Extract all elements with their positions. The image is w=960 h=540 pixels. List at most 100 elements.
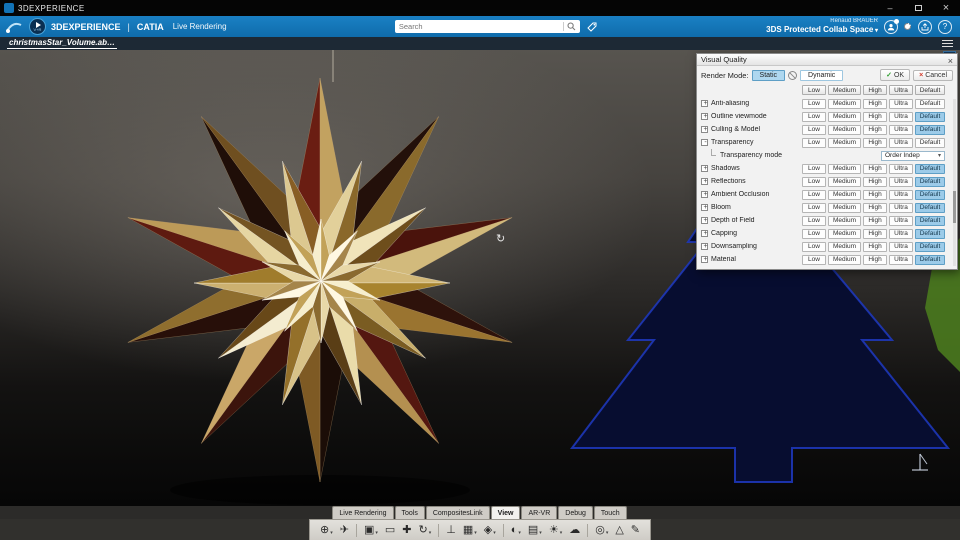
ribbon-tab-compositeslink[interactable]: CompositesLink bbox=[425, 506, 490, 519]
vq-capping-low-button[interactable]: Low bbox=[802, 228, 826, 239]
vq-bloom-medium-button[interactable]: Medium bbox=[828, 202, 861, 213]
column-default-button[interactable]: Default bbox=[915, 85, 945, 95]
vq-ambient-occlusion-default-button[interactable]: Default bbox=[915, 189, 945, 200]
vq-reflections-low-button[interactable]: Low bbox=[802, 176, 826, 187]
expand-icon[interactable] bbox=[701, 191, 709, 198]
vq-bloom-high-button[interactable]: High bbox=[863, 202, 887, 213]
perspective-button[interactable]: △ bbox=[613, 524, 625, 537]
ambience-button[interactable]: ☁ bbox=[567, 524, 582, 537]
vq-anti-aliasing-default-button[interactable]: Default bbox=[915, 98, 945, 109]
vq-shadows-medium-button[interactable]: Medium bbox=[828, 163, 861, 174]
column-ultra-button[interactable]: Ultra bbox=[889, 85, 913, 95]
vq-shadows-default-button[interactable]: Default bbox=[915, 163, 945, 174]
vq-reflections-high-button[interactable]: High bbox=[863, 176, 887, 187]
zoom-button[interactable]: ⊕ bbox=[318, 520, 335, 540]
vq-material-ultra-button[interactable]: Ultra bbox=[889, 254, 913, 265]
column-medium-button[interactable]: Medium bbox=[828, 85, 861, 95]
vq-transparency-high-button[interactable]: High bbox=[863, 137, 887, 148]
vq-anti-aliasing-low-button[interactable]: Low bbox=[802, 98, 826, 109]
expand-icon[interactable] bbox=[701, 100, 709, 107]
vq-outline-viewmode-default-button[interactable]: Default bbox=[915, 111, 945, 122]
ribbon-tab-live-rendering[interactable]: Live Rendering bbox=[332, 506, 394, 519]
avatar-icon[interactable] bbox=[884, 18, 899, 34]
vq-material-high-button[interactable]: High bbox=[863, 254, 887, 265]
vq-reflections-ultra-button[interactable]: Ultra bbox=[889, 176, 913, 187]
expand-icon[interactable] bbox=[701, 165, 709, 172]
render-mode-dynamic-button[interactable]: Dynamic bbox=[800, 69, 844, 81]
search-box[interactable] bbox=[394, 20, 580, 33]
expand-icon[interactable] bbox=[701, 126, 709, 133]
multi-view-button[interactable]: ▦ bbox=[461, 520, 479, 540]
vq-depth-of-field-default-button[interactable]: Default bbox=[915, 215, 945, 226]
ribbon-tab-debug[interactable]: Debug bbox=[558, 506, 593, 519]
vq-transparency-default-button[interactable]: Default bbox=[915, 137, 945, 148]
ribbon-tab-view[interactable]: View bbox=[490, 506, 521, 519]
vq-anti-aliasing-medium-button[interactable]: Medium bbox=[828, 98, 861, 109]
vq-transparency-medium-button[interactable]: Medium bbox=[828, 137, 861, 148]
panel-close-icon[interactable] bbox=[948, 51, 953, 69]
vq-outline-viewmode-ultra-button[interactable]: Ultra bbox=[889, 111, 913, 122]
ribbon-tab-touch[interactable]: Touch bbox=[593, 506, 627, 519]
search-icon[interactable] bbox=[567, 22, 576, 31]
vq-culling-model-high-button[interactable]: High bbox=[863, 124, 887, 135]
collab-space-dropdown[interactable]: 3DS Protected Collab Space bbox=[766, 25, 878, 35]
vq-capping-medium-button[interactable]: Medium bbox=[828, 228, 861, 239]
tag-icon[interactable] bbox=[586, 21, 598, 33]
vq-transparency-low-button[interactable]: Low bbox=[802, 137, 826, 148]
iso-view-button[interactable]: ◈ bbox=[482, 520, 498, 540]
ribbon-tab-ar-vr[interactable]: AR-VR bbox=[521, 506, 558, 519]
vq-downsampling-low-button[interactable]: Low bbox=[802, 241, 826, 252]
collapse-icon[interactable] bbox=[701, 139, 709, 146]
pan-button[interactable]: ✚ bbox=[400, 524, 413, 537]
fit-all-button[interactable]: ▣ bbox=[362, 520, 380, 540]
help-button[interactable] bbox=[938, 19, 952, 34]
vq-capping-high-button[interactable]: High bbox=[863, 228, 887, 239]
vq-depth-of-field-ultra-button[interactable]: Ultra bbox=[889, 215, 913, 226]
vq-shadows-ultra-button[interactable]: Ultra bbox=[889, 163, 913, 174]
vq-material-low-button[interactable]: Low bbox=[802, 254, 826, 265]
zoom-area-button[interactable]: ▭ bbox=[383, 524, 397, 537]
vq-downsampling-medium-button[interactable]: Medium bbox=[828, 241, 861, 252]
vq-culling-model-default-button[interactable]: Default bbox=[915, 124, 945, 135]
vq-anti-aliasing-high-button[interactable]: High bbox=[863, 98, 887, 109]
vq-material-default-button[interactable]: Default bbox=[915, 254, 945, 265]
look-at-button[interactable]: ◎ bbox=[593, 520, 610, 540]
column-high-button[interactable]: High bbox=[863, 85, 887, 95]
transparency-mode-dropdown[interactable]: Order Indep bbox=[881, 150, 945, 161]
document-tab[interactable]: christmasStar_Volume.ab… bbox=[7, 38, 117, 49]
close-button[interactable] bbox=[932, 0, 960, 16]
add-content-button[interactable] bbox=[904, 23, 912, 30]
column-low-button[interactable]: Low bbox=[802, 85, 826, 95]
vq-transparency-ultra-button[interactable]: Ultra bbox=[889, 137, 913, 148]
vq-depth-of-field-medium-button[interactable]: Medium bbox=[828, 215, 861, 226]
vq-depth-of-field-low-button[interactable]: Low bbox=[802, 215, 826, 226]
vq-bloom-low-button[interactable]: Low bbox=[802, 202, 826, 213]
vq-culling-model-ultra-button[interactable]: Ultra bbox=[889, 124, 913, 135]
vq-capping-default-button[interactable]: Default bbox=[915, 228, 945, 239]
vq-anti-aliasing-ultra-button[interactable]: Ultra bbox=[889, 98, 913, 109]
vq-depth-of-field-high-button[interactable]: High bbox=[863, 215, 887, 226]
vq-material-medium-button[interactable]: Medium bbox=[828, 254, 861, 265]
vq-bloom-ultra-button[interactable]: Ultra bbox=[889, 202, 913, 213]
panel-scrollbar[interactable] bbox=[953, 99, 956, 266]
vq-bloom-default-button[interactable]: Default bbox=[915, 202, 945, 213]
vq-outline-viewmode-low-button[interactable]: Low bbox=[802, 111, 826, 122]
expand-icon[interactable] bbox=[701, 178, 709, 185]
expand-icon[interactable] bbox=[701, 256, 709, 263]
ok-button[interactable]: OK bbox=[880, 69, 911, 81]
render-style-button[interactable]: ◐ bbox=[509, 520, 523, 540]
normal-view-button[interactable]: ⊥ bbox=[444, 524, 458, 537]
vq-shadows-high-button[interactable]: High bbox=[863, 163, 887, 174]
render-mode-static-button[interactable]: Static bbox=[751, 69, 786, 81]
maximize-button[interactable] bbox=[904, 0, 932, 16]
share-button[interactable] bbox=[918, 19, 932, 34]
expand-icon[interactable] bbox=[701, 113, 709, 120]
vq-ambient-occlusion-high-button[interactable]: High bbox=[863, 189, 887, 200]
vq-downsampling-default-button[interactable]: Default bbox=[915, 241, 945, 252]
vq-outline-viewmode-medium-button[interactable]: Medium bbox=[828, 111, 861, 122]
ground-button[interactable]: ▤ bbox=[526, 520, 544, 540]
vq-ambient-occlusion-low-button[interactable]: Low bbox=[802, 189, 826, 200]
compass-play-button[interactable]: V+R bbox=[29, 18, 46, 35]
menu-hamburger-icon[interactable] bbox=[942, 39, 953, 48]
search-input[interactable] bbox=[398, 22, 560, 31]
